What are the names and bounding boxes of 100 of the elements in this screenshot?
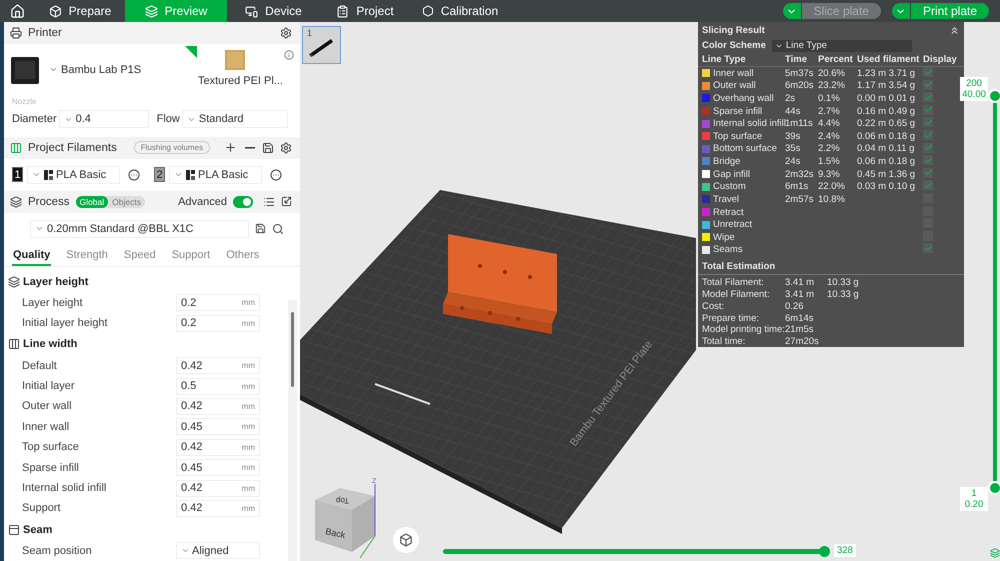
advanced-toggle[interactable] <box>233 196 253 208</box>
time-cell: 24s <box>785 156 800 167</box>
setting-input[interactable]: 0.45 mm <box>176 418 260 436</box>
nav-tab[interactable]: Device <box>227 0 320 22</box>
setting-label: Seam position <box>22 544 93 557</box>
view-cube-label[interactable]: Top <box>336 496 349 505</box>
panel-icon <box>8 524 20 536</box>
settings-tab[interactable]: Quality <box>12 248 52 266</box>
column-header: Line Type <box>702 54 747 64</box>
clipboard-icon <box>336 4 350 18</box>
time-cell: 35s <box>785 143 800 154</box>
nav-tab[interactable]: Prepare <box>35 0 125 22</box>
settings-button[interactable] <box>280 142 292 154</box>
display-checkbox[interactable] <box>923 130 933 140</box>
setting-input[interactable]: 0.42 mm <box>176 357 260 374</box>
flow-label: Flow <box>156 113 180 125</box>
line-type-name: Unretract <box>713 219 752 230</box>
setting-input[interactable]: 0.42 mm <box>176 480 260 497</box>
total-value: 10.33 g <box>827 289 860 300</box>
setting-input[interactable]: 0.42 mm <box>176 438 260 456</box>
caret-button[interactable] <box>782 3 801 19</box>
setting-input[interactable]: 0.45 mm <box>176 459 260 476</box>
view-button[interactable] <box>393 527 419 553</box>
nav-tab[interactable]: Project <box>320 0 410 22</box>
upper-layer-label: 200 40.00 <box>960 77 988 101</box>
more-button[interactable] <box>270 168 282 181</box>
plate-thumbnail[interactable]: 1 <box>302 26 341 64</box>
display-checkbox[interactable] <box>923 104 933 115</box>
caret-button[interactable] <box>892 3 910 19</box>
layers-icon <box>144 4 158 18</box>
filament-dropdown[interactable]: PLA Basic <box>27 166 120 184</box>
display-checkbox[interactable] <box>923 67 933 78</box>
setting-input[interactable]: 0.2 mm <box>176 294 260 312</box>
total-value: 10.33 g <box>827 277 860 288</box>
section-title: Printer <box>28 27 62 39</box>
more-button[interactable] <box>128 168 140 181</box>
check-icon <box>924 244 932 253</box>
plate-image <box>225 50 245 70</box>
total-label: Model Filament: <box>702 289 771 300</box>
section-title: Project Filaments <box>28 142 117 154</box>
save-button[interactable] <box>255 223 266 234</box>
setting-input[interactable]: 0.2 mm <box>176 314 260 332</box>
line-type-name: Retract <box>713 206 744 218</box>
display-checkbox[interactable] <box>923 155 933 166</box>
compare-button[interactable] <box>281 196 292 208</box>
layer-slider[interactable] <box>988 89 1000 495</box>
settings-button[interactable] <box>280 27 292 39</box>
setting-label: Outer wall <box>22 400 73 412</box>
settings-tab[interactable]: Speed <box>122 248 157 266</box>
display-checkbox[interactable] <box>923 243 933 254</box>
total-label: Total Filament: <box>702 277 765 288</box>
settings-tab[interactable]: Support <box>170 248 212 266</box>
total-value: 6m14s <box>785 312 815 324</box>
group-title: Seam <box>23 524 52 536</box>
collapse-button[interactable] <box>949 25 960 36</box>
flow-dropdown[interactable]: Standard <box>182 110 288 128</box>
sync-button[interactable] <box>262 142 274 154</box>
time-cell: 39s <box>785 130 800 142</box>
view-cube-label[interactable]: Back <box>324 526 346 540</box>
search-icon <box>272 222 284 235</box>
scrollbar[interactable] <box>288 300 297 561</box>
add-button[interactable] <box>224 141 237 154</box>
preset-dropdown[interactable]: 0.20mm Standard @BBL X1C <box>30 220 249 238</box>
group-title: Line width <box>23 338 78 350</box>
display-checkbox[interactable] <box>923 142 933 153</box>
plus-icon <box>224 141 237 154</box>
columns-icon <box>10 142 22 154</box>
panel-title: Slicing Result <box>702 25 765 36</box>
setting-label: Initial layer <box>22 380 76 392</box>
setting-label: Internal solid infill <box>22 482 108 494</box>
flushing-volumes-button[interactable]: Flushing volumes <box>134 141 210 154</box>
search-button[interactable] <box>272 222 284 235</box>
nav-tab[interactable]: Calibration <box>410 0 510 22</box>
setting-dropdown[interactable]: Aligned <box>176 542 260 560</box>
columns-icon <box>8 338 20 350</box>
display-checkbox[interactable] <box>923 168 933 178</box>
setting-input[interactable]: 0.5 mm <box>176 378 260 395</box>
line-type-name: Travel <box>713 194 740 205</box>
display-checkbox[interactable] <box>923 180 933 190</box>
percent-cell: 2.4% <box>818 130 840 142</box>
percent-cell: 10.8% <box>818 194 845 205</box>
display-checkbox[interactable] <box>923 80 933 90</box>
display-checkbox[interactable] <box>923 117 933 128</box>
color-scheme-dropdown[interactable]: Line Type <box>772 40 912 52</box>
percent-cell: 2.7% <box>818 106 840 117</box>
layers-icon <box>8 276 20 288</box>
setting-input[interactable]: 0.42 mm <box>176 500 260 517</box>
display-checkbox[interactable] <box>923 92 933 102</box>
settings-tab[interactable]: Strength <box>65 248 109 266</box>
diameter-dropdown[interactable]: 0.4 <box>58 110 149 128</box>
minus-icon <box>244 146 254 149</box>
settings-tab[interactable]: Others <box>225 248 260 266</box>
filament-dropdown[interactable]: PLA Basic <box>169 166 262 184</box>
total-value: 3.41 m <box>785 277 816 288</box>
filament-cell: 0.45 m 1.36 g <box>857 168 916 180</box>
setting-input[interactable]: 0.42 mm <box>176 398 260 415</box>
setting-label: Sparse infill <box>22 462 80 474</box>
filament-cell: 0.03 m 0.10 g <box>857 181 916 192</box>
save-icon <box>262 142 274 154</box>
filament-number: 1 <box>12 167 23 182</box>
